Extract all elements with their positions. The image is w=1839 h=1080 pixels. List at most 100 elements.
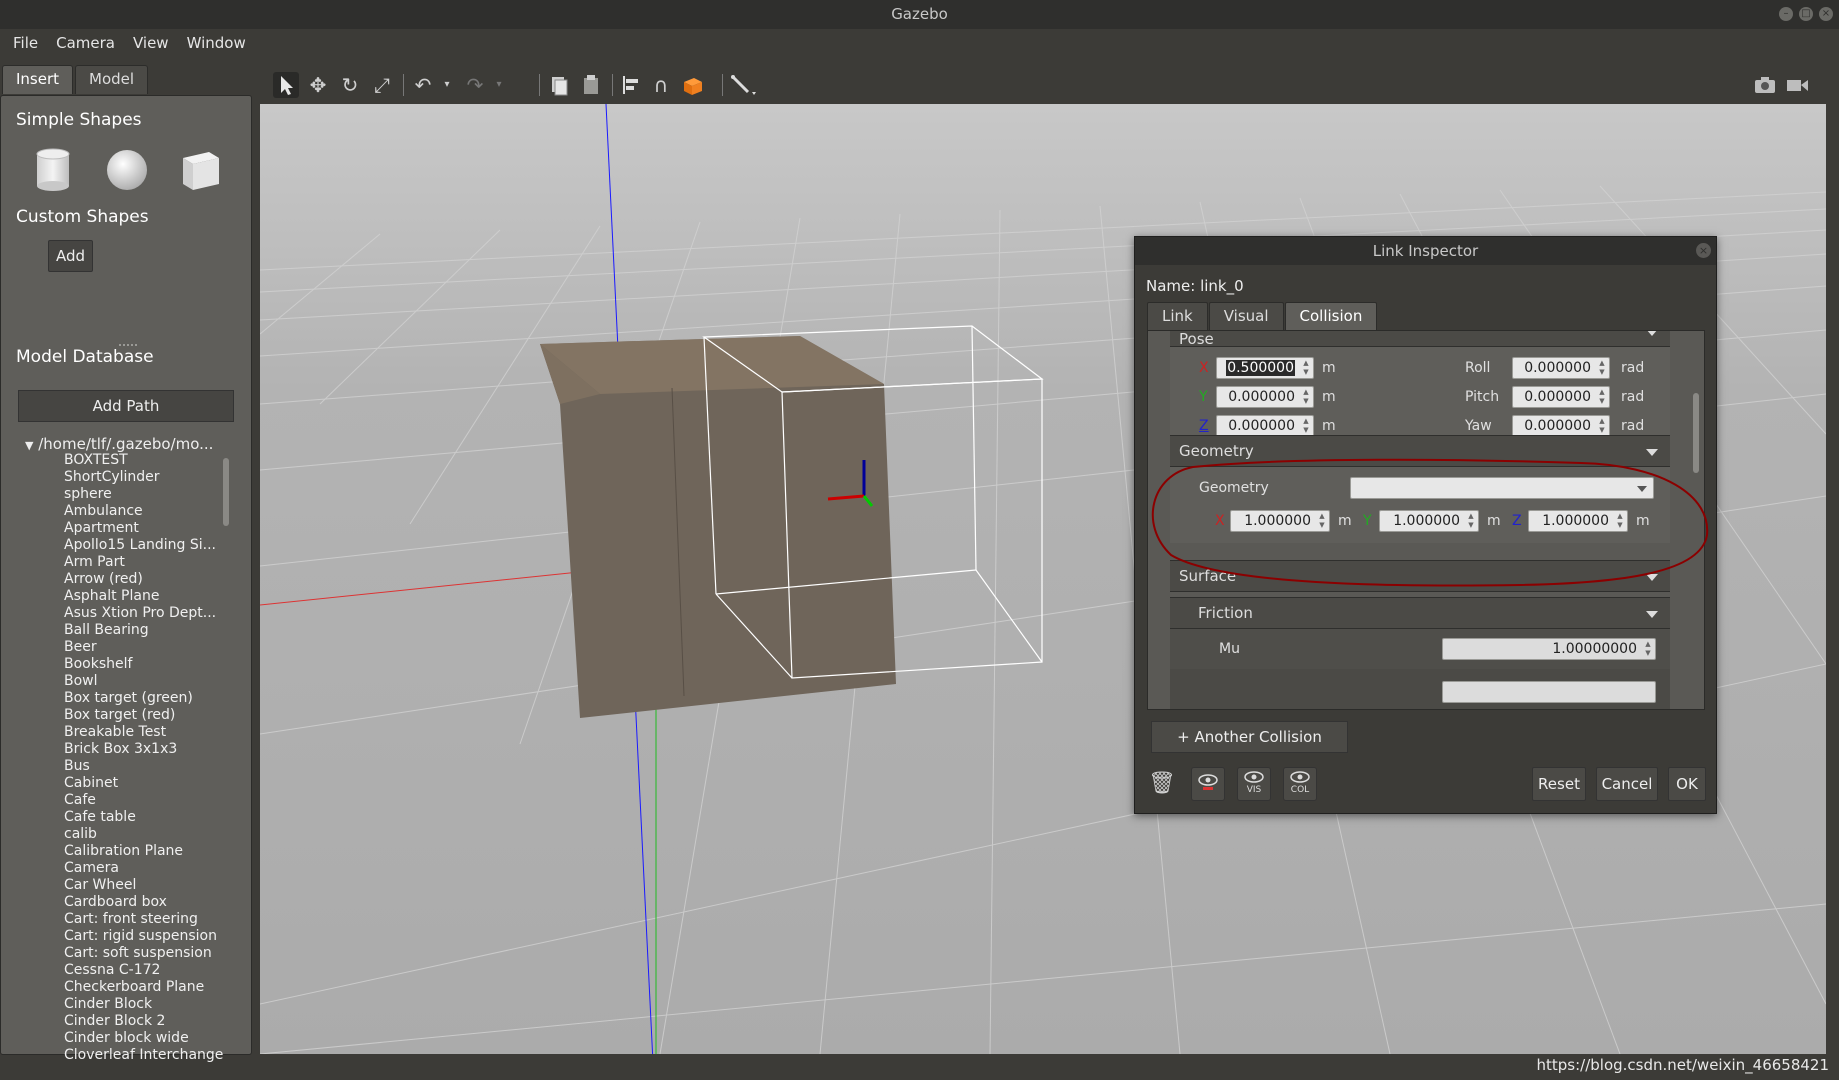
list-item[interactable]: BOXTEST bbox=[64, 452, 224, 469]
list-item[interactable]: Apollo15 Landing Si... bbox=[64, 537, 224, 554]
list-item[interactable]: Car Wheel bbox=[64, 877, 224, 894]
list-item[interactable]: Brick Box 3x1x3 bbox=[64, 741, 224, 758]
translate-mode-icon[interactable]: ✥ bbox=[305, 72, 331, 98]
list-item[interactable]: Cessna C-172 bbox=[64, 962, 224, 979]
visibility-toggle-button[interactable] bbox=[1191, 767, 1225, 801]
list-item[interactable]: Ambulance bbox=[64, 503, 224, 520]
inspector-scrollbar[interactable] bbox=[1693, 393, 1699, 473]
sphere-shape-icon[interactable] bbox=[105, 148, 149, 192]
cancel-button[interactable]: Cancel bbox=[1596, 767, 1658, 801]
snap-magnet-icon[interactable]: ∩ bbox=[648, 72, 674, 98]
tab-collision[interactable]: Collision bbox=[1284, 302, 1378, 330]
spin-arrows-icon[interactable]: ▲ ▼ bbox=[1643, 640, 1653, 658]
tree-root-folder[interactable]: ▼ /home/tlf/.gazebo/mo... bbox=[25, 435, 213, 453]
mu-input[interactable]: 1.00000000 ▲ ▼ bbox=[1442, 638, 1656, 660]
view-angle-icon[interactable] bbox=[680, 72, 706, 98]
list-item[interactable]: Camera bbox=[64, 860, 224, 877]
yaw-input[interactable]: 0.000000 ▲ ▼ bbox=[1512, 415, 1610, 437]
cylinder-shape-icon[interactable] bbox=[35, 148, 71, 192]
pitch-input[interactable]: 0.000000 ▲ ▼ bbox=[1512, 386, 1610, 408]
mu2-input[interactable] bbox=[1442, 681, 1656, 703]
align-icon[interactable] bbox=[618, 72, 644, 98]
menu-view[interactable]: View bbox=[124, 34, 178, 52]
tab-insert[interactable]: Insert bbox=[2, 65, 74, 94]
redo-icon[interactable]: ↷ bbox=[462, 72, 488, 98]
menu-window[interactable]: Window bbox=[178, 34, 255, 52]
list-item[interactable]: Asphalt Plane bbox=[64, 588, 224, 605]
list-item[interactable]: calib bbox=[64, 826, 224, 843]
collapse-icon[interactable] bbox=[1646, 331, 1658, 336]
spin-arrows-icon[interactable]: ▲ ▼ bbox=[1301, 388, 1311, 406]
list-item[interactable]: Arm Part bbox=[64, 554, 224, 571]
list-item[interactable]: Bookshelf bbox=[64, 656, 224, 673]
list-item[interactable]: Box target (red) bbox=[64, 707, 224, 724]
list-item[interactable]: Checkerboard Plane bbox=[64, 979, 224, 996]
list-item[interactable]: ShortCylinder bbox=[64, 469, 224, 486]
list-item[interactable]: Cinder Block bbox=[64, 996, 224, 1013]
list-item[interactable]: Cart: soft suspension bbox=[64, 945, 224, 962]
list-item[interactable]: Beer bbox=[64, 639, 224, 656]
spin-arrows-icon[interactable]: ▲ ▼ bbox=[1301, 417, 1311, 435]
reset-button[interactable]: Reset bbox=[1532, 767, 1586, 801]
list-item[interactable]: Cinder block wide bbox=[64, 1030, 224, 1047]
roll-input[interactable]: 0.000000 ▲ ▼ bbox=[1512, 357, 1610, 379]
show-visual-button[interactable]: VIS bbox=[1237, 767, 1271, 801]
spin-arrows-icon[interactable]: ▲ ▼ bbox=[1301, 359, 1311, 377]
chevron-down-icon[interactable]: ▼ bbox=[25, 439, 33, 452]
close-icon[interactable]: × bbox=[1819, 7, 1833, 21]
add-path-button[interactable]: Add Path bbox=[18, 390, 234, 422]
list-item[interactable]: Breakable Test bbox=[64, 724, 224, 741]
list-item[interactable]: Cart: rigid suspension bbox=[64, 928, 224, 945]
list-item[interactable]: Cafe bbox=[64, 792, 224, 809]
tab-visual[interactable]: Visual bbox=[1208, 302, 1284, 330]
spin-arrows-icon[interactable]: ▲ ▼ bbox=[1597, 359, 1607, 377]
pose-z-input[interactable]: 0.000000 ▲ ▼ bbox=[1216, 415, 1314, 437]
maximize-icon[interactable]: □ bbox=[1799, 7, 1813, 21]
list-item[interactable]: Ball Bearing bbox=[64, 622, 224, 639]
undo-icon[interactable]: ↶ bbox=[410, 72, 436, 98]
paste-icon[interactable] bbox=[578, 72, 604, 98]
list-item[interactable]: Cabinet bbox=[64, 775, 224, 792]
splitter-handle[interactable] bbox=[119, 344, 137, 346]
select-mode-icon[interactable] bbox=[273, 72, 299, 98]
delete-trash-icon[interactable]: 🗑 bbox=[1145, 767, 1179, 801]
list-item[interactable]: Bowl bbox=[64, 673, 224, 690]
pose-y-input[interactable]: 0.000000 ▲ ▼ bbox=[1216, 386, 1314, 408]
list-item[interactable]: Box target (green) bbox=[64, 690, 224, 707]
rotate-mode-icon[interactable]: ↻ bbox=[337, 72, 363, 98]
add-custom-shape-button[interactable]: Add bbox=[48, 240, 93, 272]
list-item[interactable]: Cloverleaf Interchange bbox=[64, 1047, 224, 1064]
list-item[interactable]: Cafe table bbox=[64, 809, 224, 826]
spin-arrows-icon[interactable]: ▲ ▼ bbox=[1597, 417, 1607, 435]
close-icon[interactable]: × bbox=[1696, 243, 1711, 258]
list-item[interactable]: Cardboard box bbox=[64, 894, 224, 911]
list-item[interactable]: Cart: front steering bbox=[64, 911, 224, 928]
pose-x-input[interactable]: 0.500000 ▲ ▼ bbox=[1216, 357, 1314, 379]
menu-file[interactable]: File bbox=[4, 34, 47, 52]
list-item[interactable]: Asus Xtion Pro Dept... bbox=[64, 605, 224, 622]
copy-icon[interactable] bbox=[546, 72, 572, 98]
add-another-collision-button[interactable]: + Another Collision bbox=[1151, 721, 1348, 753]
joint-tool-icon[interactable] bbox=[728, 72, 756, 98]
redo-history-icon[interactable]: ▾ bbox=[486, 72, 512, 98]
pose-section-header[interactable]: Pose bbox=[1170, 331, 1670, 348]
spin-arrows-icon[interactable]: ▲ ▼ bbox=[1597, 388, 1607, 406]
tab-link[interactable]: Link bbox=[1147, 302, 1208, 330]
minimize-icon[interactable]: – bbox=[1779, 7, 1793, 21]
show-collision-button[interactable]: COL bbox=[1283, 767, 1317, 801]
list-item[interactable]: Cinder Block 2 bbox=[64, 1013, 224, 1030]
list-item[interactable]: Apartment bbox=[64, 520, 224, 537]
menu-camera[interactable]: Camera bbox=[47, 34, 124, 52]
scale-mode-icon[interactable]: ⤢ bbox=[369, 72, 395, 98]
list-item[interactable]: Arrow (red) bbox=[64, 571, 224, 588]
screenshot-camera-icon[interactable] bbox=[1752, 72, 1778, 98]
friction-section-header[interactable]: Friction bbox=[1170, 597, 1670, 629]
undo-history-icon[interactable]: ▾ bbox=[434, 72, 460, 98]
video-record-icon[interactable] bbox=[1784, 72, 1810, 98]
model-list-scrollbar[interactable] bbox=[223, 458, 229, 526]
list-item[interactable]: Bus bbox=[64, 758, 224, 775]
tab-model[interactable]: Model bbox=[75, 65, 149, 94]
box-shape-icon[interactable] bbox=[179, 148, 223, 192]
list-item[interactable]: sphere bbox=[64, 486, 224, 503]
ok-button[interactable]: OK bbox=[1668, 767, 1706, 801]
